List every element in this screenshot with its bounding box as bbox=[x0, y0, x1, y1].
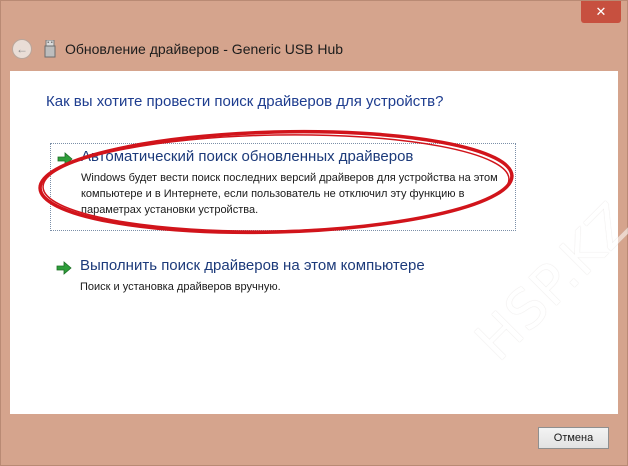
green-arrow-icon bbox=[56, 261, 72, 275]
manual-search-description: Поиск и установка драйверов вручную. bbox=[80, 281, 281, 293]
back-button[interactable]: ← bbox=[12, 39, 32, 59]
window-titlebar: ← Обновление драйверов - Generic USB Hub bbox=[1, 31, 627, 69]
back-arrow-icon: ← bbox=[16, 42, 28, 56]
manual-search-option[interactable]: Выполнить поиск драйверов на этом компью… bbox=[50, 253, 516, 297]
window-title: Обновление драйверов - Generic USB Hub bbox=[65, 41, 344, 57]
wizard-content: Как вы хотите провести поиск драйверов д… bbox=[10, 71, 618, 414]
cancel-button[interactable]: Отмена bbox=[538, 427, 609, 449]
close-icon: ✕ bbox=[595, 4, 607, 20]
auto-search-description: Windows будет вести поиск последних верс… bbox=[81, 172, 498, 216]
green-arrow-icon bbox=[57, 152, 73, 166]
page-heading: Как вы хотите провести поиск драйверов д… bbox=[46, 93, 444, 110]
close-button[interactable]: ✕ bbox=[581, 1, 621, 23]
auto-search-option[interactable]: Автоматический поиск обновленных драйвер… bbox=[50, 143, 516, 231]
driver-update-window: ✕ ← Обновление драйверов - Generic USB H… bbox=[0, 0, 628, 466]
auto-search-title: Автоматический поиск обновленных драйвер… bbox=[81, 148, 414, 165]
manual-search-title: Выполнить поиск драйверов на этом компью… bbox=[80, 257, 425, 274]
usb-device-icon bbox=[44, 40, 56, 58]
